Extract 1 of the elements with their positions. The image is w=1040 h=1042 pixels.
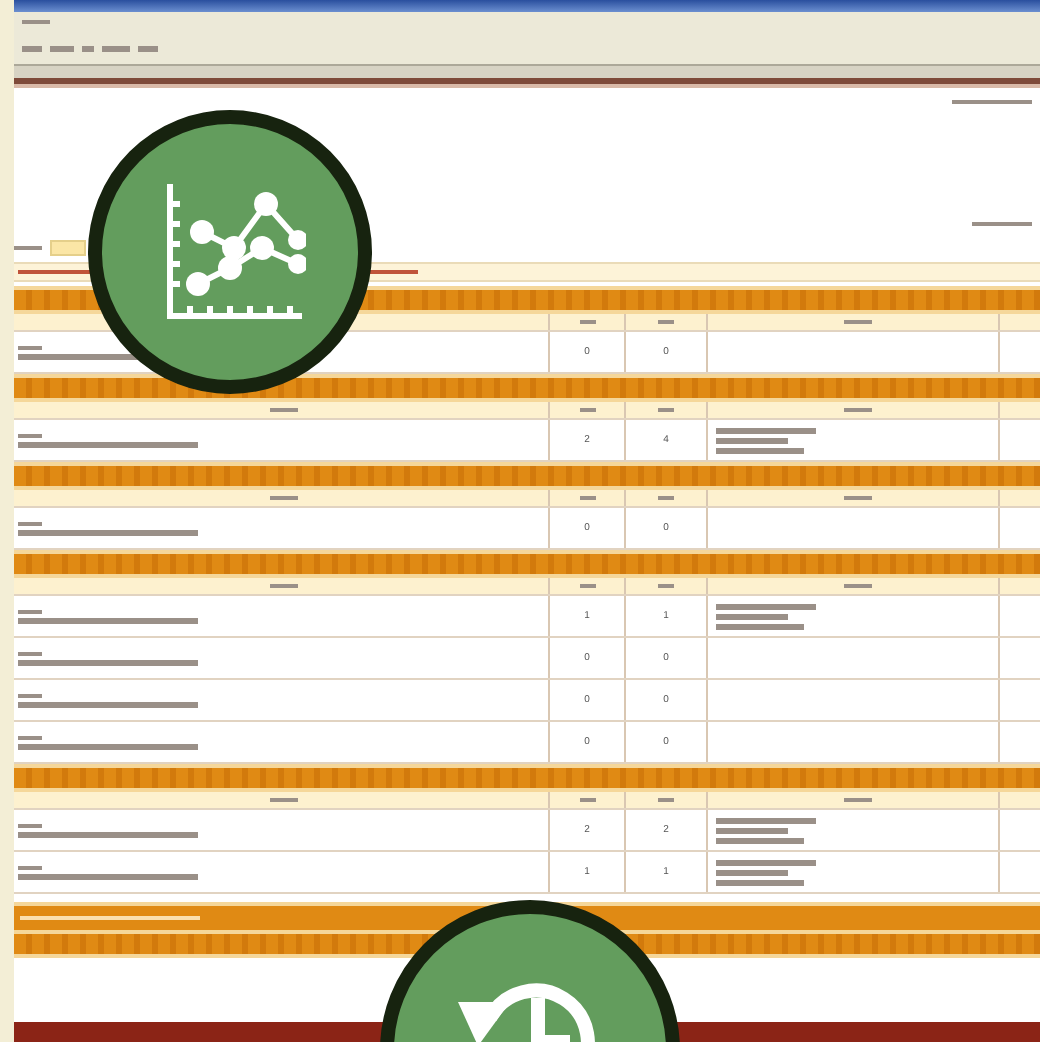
- search-field[interactable]: [50, 240, 86, 256]
